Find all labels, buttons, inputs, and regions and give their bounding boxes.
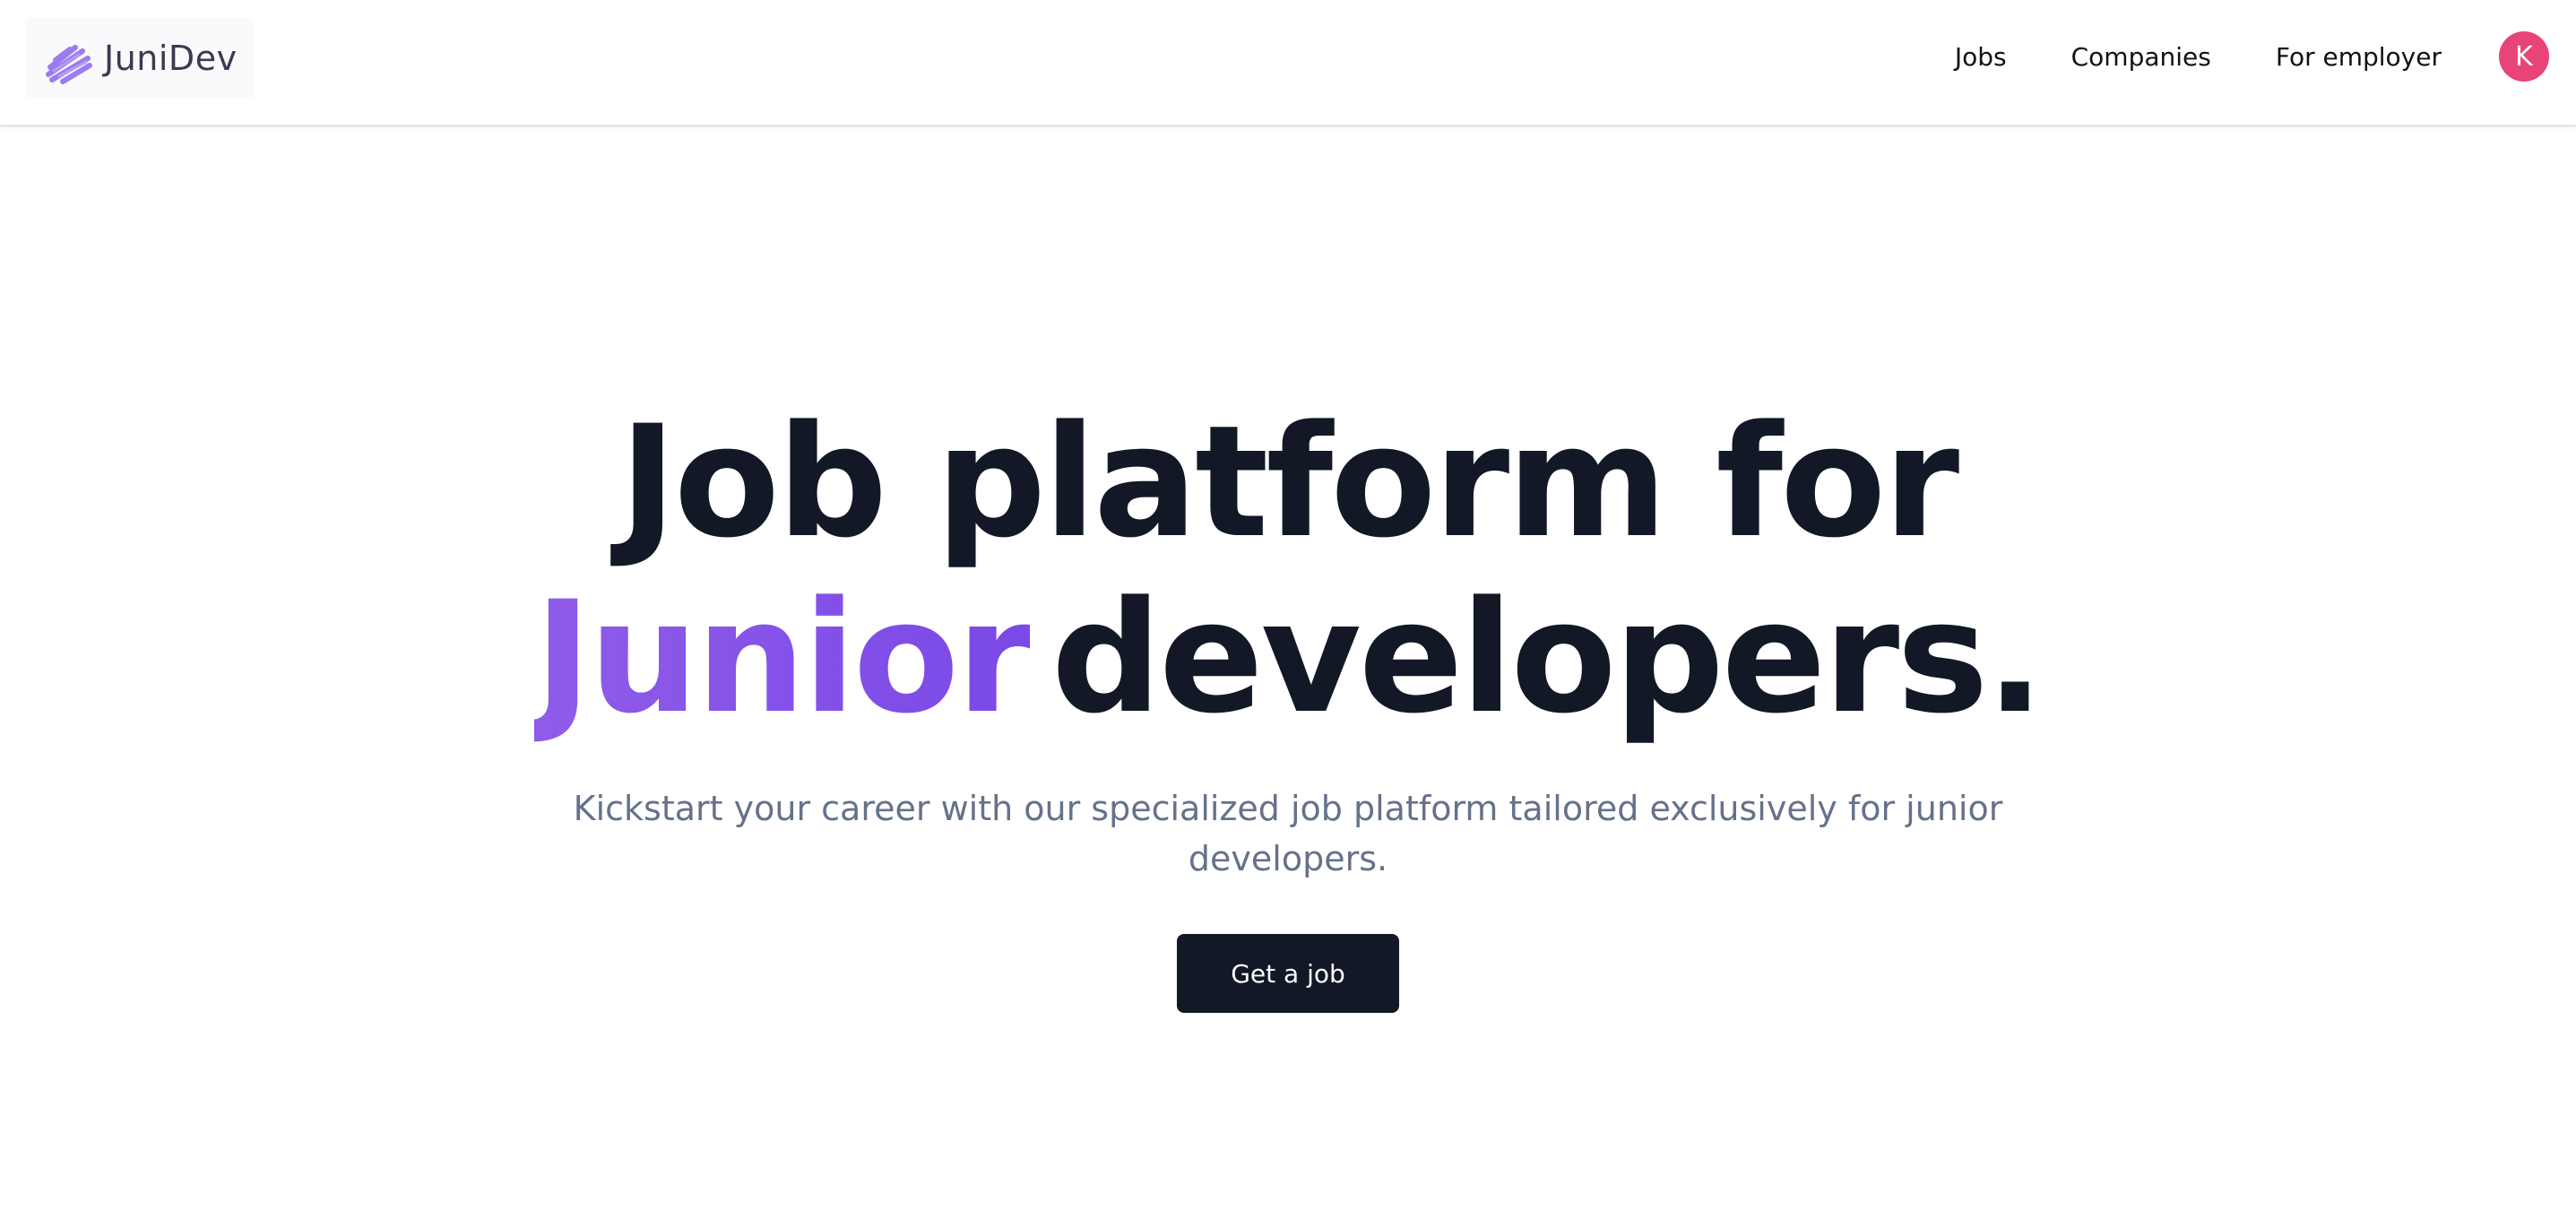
brand-logo-link[interactable]: JuniDev	[25, 18, 255, 99]
brush-stroke-icon	[46, 45, 92, 84]
headline-highlight: Junior	[521, 567, 1031, 748]
headline-line-1: Job platform for	[618, 392, 1959, 572]
brand-name: JuniDev	[104, 39, 238, 78]
nav-link-companies[interactable]: Companies	[2071, 42, 2211, 72]
main-nav: Jobs Companies For employer K	[1955, 0, 2576, 113]
headline-highlight-text: Junior	[534, 567, 1030, 748]
nav-link-for-employer[interactable]: For employer	[2276, 42, 2442, 72]
nav-link-jobs[interactable]: Jobs	[1955, 42, 2007, 72]
hero-section: Job platform for Junior developers. Kick…	[0, 394, 2576, 1013]
headline-line-2: Junior developers.	[0, 570, 2576, 746]
top-navbar: JuniDev Jobs Companies For employer K	[0, 0, 2576, 127]
get-a-job-button[interactable]: Get a job	[1177, 934, 1399, 1013]
user-avatar[interactable]: K	[2499, 31, 2549, 82]
hero-headline: Job platform for Junior developers.	[0, 394, 2576, 746]
hero-subtitle: Kickstart your career with our specializ…	[573, 789, 2003, 878]
headline-line-2-rest: developers.	[1050, 567, 2044, 748]
